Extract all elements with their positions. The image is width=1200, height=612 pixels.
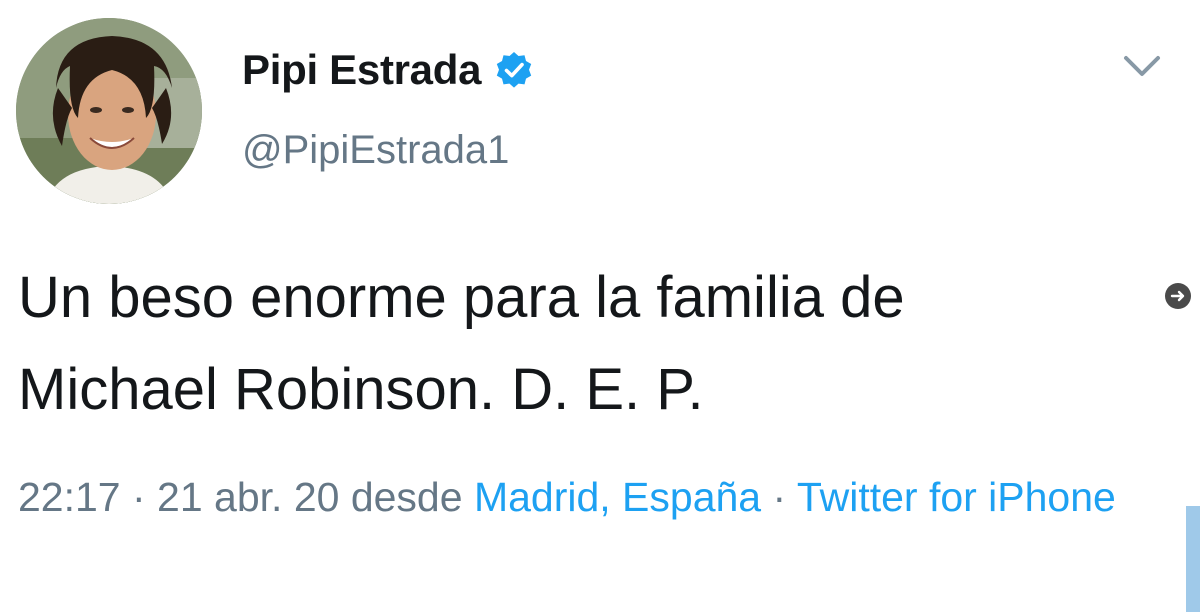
avatar-photo [16, 18, 202, 204]
name-row: Pipi Estrada [242, 42, 533, 98]
tweet-text-line: Michael Robinson. D. E. P. [18, 357, 704, 422]
tweet-card: Pipi Estrada @PipiEstrada1 Un beso enorm… [0, 0, 1200, 612]
tweet-date[interactable]: 21 abr. 20 [157, 474, 339, 520]
tweet-text-line: Un beso enorme para la familia de [18, 265, 905, 330]
display-name[interactable]: Pipi Estrada [242, 46, 481, 94]
chevron-down-icon[interactable] [1120, 48, 1164, 84]
tweet-location-link[interactable]: Madrid, España [474, 474, 761, 520]
meta-separator: · [120, 474, 158, 520]
from-word: desde [339, 474, 474, 520]
tweet-time[interactable]: 22:17 [18, 474, 121, 520]
tweet-meta: 22:17 · 21 abr. 20 desde Madrid, España … [18, 462, 1158, 532]
tweet-source-link[interactable]: Twitter for iPhone [797, 474, 1116, 520]
avatar[interactable] [16, 18, 202, 204]
scrollbar[interactable] [1186, 506, 1200, 612]
meta-separator: · [761, 474, 797, 520]
arrow-circle-icon[interactable] [1164, 282, 1192, 310]
verified-badge-icon [495, 51, 533, 89]
user-handle[interactable]: @PipiEstrada1 [242, 128, 509, 173]
tweet-text: Un beso enorme para la familia de Michae… [18, 252, 1158, 436]
